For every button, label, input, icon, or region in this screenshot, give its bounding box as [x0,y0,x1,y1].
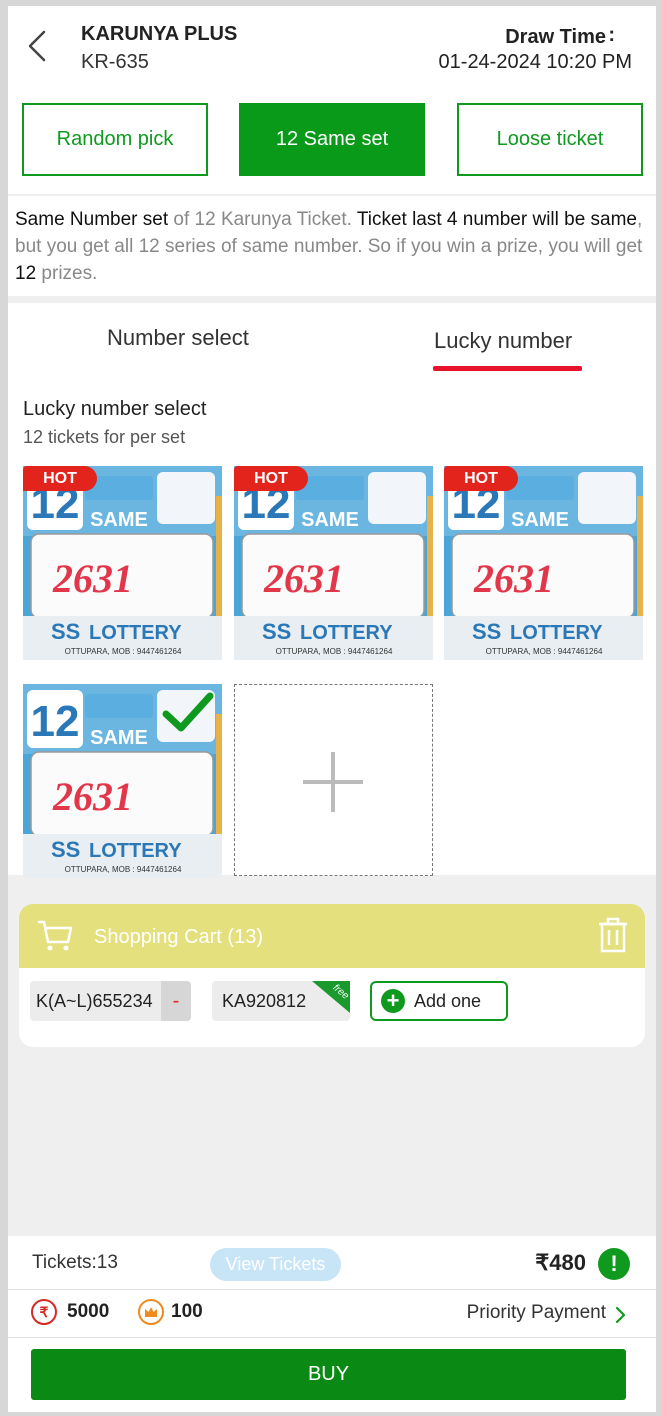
ticket-count: 12 [31,697,80,746]
buy-button[interactable]: BUY [31,1349,626,1400]
shopping-cart: Shopping Cart (13) K(A~L)655234 - KA9208… [19,904,645,1047]
divider [8,1289,656,1290]
rupee-coin-icon: ₹ [31,1299,57,1325]
app-frame: KARUNYA PLUS KR-635 Draw Time : 01-24-20… [8,6,656,1412]
add-one-label: Add one [414,990,482,1011]
ticket-brand-lottery: LOTTERY [89,840,182,862]
cart-item: K(A~L)655234 - [30,981,191,1021]
remove-item-button[interactable]: - [161,981,191,1021]
ticket-image: 12 SAME2631SS LOTTERYOTTUPARA, MOB : 94474… [234,466,433,660]
ticket-brand-ss: SS [262,619,291,644]
cart-item: KA920812 free [212,981,350,1021]
ticket-brand-lottery: LOTTERY [300,622,393,644]
desc-text: prizes. [36,263,98,284]
total-price: ₹480 [535,1250,586,1275]
ticket-same-label: SAME [90,727,148,749]
tab-lucky-number[interactable]: Lucky number [434,328,572,354]
cart-header: Shopping Cart (13) [19,904,645,968]
lucky-ticket-card[interactable]: 12 SAME 2631 SS LOTTERY OTTUPARA, MOB : 94474… [23,684,222,878]
lucky-section-title: Lucky number select [23,398,207,420]
checkmark-icon [162,692,214,732]
desc-highlight: Ticket last 4 number will be same [356,209,638,230]
tab-number-select[interactable]: Number select [107,325,249,351]
ticket-image: 12 SAME2631SS LOTTERYOTTUPARA, MOB : 94474… [23,466,222,660]
ticket-contact: OTTUPARA, MOB : 9447461264 [65,865,182,874]
ticket-same-label: SAME [90,509,148,531]
cart-item-code: KA920812 [222,990,307,1011]
view-tickets-button[interactable]: View Tickets [210,1248,341,1281]
free-tag: free [312,981,350,1013]
add-one-button[interactable]: + Add one [370,981,508,1021]
ticket-image: 12 SAME2631SS LOTTERYOTTUPARA, MOB : 94474… [444,466,643,660]
coin-balance: 5000 [67,1301,110,1322]
cart-title: Shopping Cart (13) [94,926,263,948]
hot-badge: HOT [234,466,308,491]
ticket-contact: OTTUPARA, MOB : 9447461264 [65,647,182,656]
priority-payment-link[interactable]: Priority Payment [467,1302,606,1324]
ticket-brand-ss: SS [51,837,80,862]
ticket-brand-lottery: LOTTERY [89,622,182,644]
same-set-button[interactable]: 12 Same set [239,103,425,176]
desc-text: of 12 Karunya Ticket. [168,209,357,230]
hot-badge: HOT [23,466,97,491]
hot-badge: HOT [444,466,518,491]
lucky-ticket-card[interactable]: 12 SAME 2631 SS LOTTERY OTTUPARA, MOB : 94474… [23,466,222,660]
mode-description: Same Number set of 12 Karunya Ticket. Ti… [8,196,656,296]
draw-time-colon: : [608,24,615,46]
add-ticket-box[interactable] [234,684,433,876]
ticket-brand-ss: SS [51,619,80,644]
ticket-brand-lottery: LOTTERY [510,622,603,644]
ticket-number: 2631 [473,556,554,601]
ticket-number: 2631 [52,556,133,601]
divider [8,1337,656,1338]
ticket-number: 2631 [52,774,133,819]
desc-highlight: 12 [15,263,37,284]
lucky-ticket-card[interactable]: 12 SAME 2631 SS LOTTERY OTTUPARA, MOB : 94474… [234,466,433,660]
draw-time-value: 01-24-2024 10:20 PM [438,51,632,73]
plus-icon [303,752,363,812]
ticket-contact: OTTUPARA, MOB : 9447461264 [276,647,393,656]
desc-highlight: Same Number set [15,209,169,230]
checkout-bar: Tickets:13 View Tickets ₹480 ! ₹ 5000 10… [8,1236,656,1412]
crown-icon [138,1299,164,1325]
ticket-contact: OTTUPARA, MOB : 9447461264 [486,647,603,656]
ticket-same-label: SAME [301,509,359,531]
chevron-right-icon[interactable] [614,1304,628,1326]
header: KARUNYA PLUS KR-635 Draw Time : 01-24-20… [8,6,656,194]
info-icon[interactable]: ! [598,1248,630,1280]
cart-item-code: K(A~L)655234 [36,990,153,1011]
random-pick-button[interactable]: Random pick [22,103,208,176]
lucky-ticket-card[interactable]: 12 SAME 2631 SS LOTTERY OTTUPARA, MOB : 94474… [444,466,643,660]
lucky-section-subtitle: 12 tickets for per set [23,427,186,447]
game-code: KR-635 [81,51,149,73]
trash-icon[interactable] [597,917,629,953]
ticket-number: 2631 [263,556,344,601]
game-name: KARUNYA PLUS [81,23,238,45]
tickets-count: Tickets:13 [32,1252,118,1273]
cart-icon [38,920,73,951]
active-tab-indicator [433,366,582,371]
draw-time-label: Draw Time [505,26,606,48]
loose-ticket-button[interactable]: Loose ticket [457,103,643,176]
back-arrow-icon[interactable] [24,28,54,64]
points-balance: 100 [171,1301,203,1322]
ticket-brand-ss: SS [472,619,501,644]
number-selection-panel: Number select Lucky number Lucky number … [8,303,656,878]
ticket-same-label: SAME [511,509,569,531]
plus-circle-icon: + [381,989,405,1013]
